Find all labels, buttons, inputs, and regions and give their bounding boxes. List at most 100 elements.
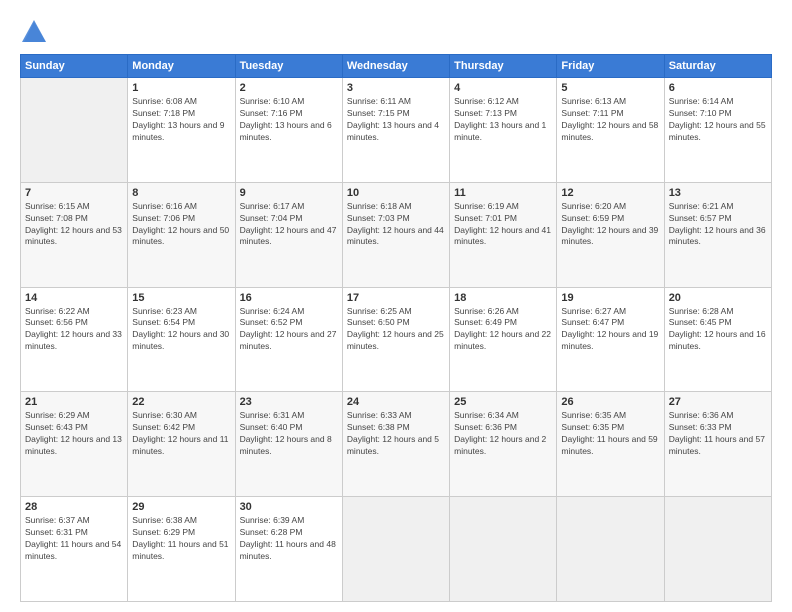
calendar-table: SundayMondayTuesdayWednesdayThursdayFrid… bbox=[20, 54, 772, 602]
day-info: Sunrise: 6:15 AMSunset: 7:08 PMDaylight:… bbox=[25, 201, 123, 249]
day-cell: 24 Sunrise: 6:33 AMSunset: 6:38 PMDayligh… bbox=[342, 392, 449, 497]
day-cell: 3 Sunrise: 6:11 AMSunset: 7:15 PMDaylight… bbox=[342, 78, 449, 183]
day-cell: 27 Sunrise: 6:36 AMSunset: 6:33 PMDayligh… bbox=[664, 392, 771, 497]
day-info: Sunrise: 6:33 AMSunset: 6:38 PMDaylight:… bbox=[347, 410, 445, 458]
day-number: 18 bbox=[454, 292, 552, 304]
day-number: 29 bbox=[132, 501, 230, 513]
day-info: Sunrise: 6:37 AMSunset: 6:31 PMDaylight:… bbox=[25, 515, 123, 563]
day-number: 13 bbox=[669, 187, 767, 199]
day-cell: 26 Sunrise: 6:35 AMSunset: 6:35 PMDayligh… bbox=[557, 392, 664, 497]
week-row-3: 14 Sunrise: 6:22 AMSunset: 6:56 PMDayligh… bbox=[21, 287, 772, 392]
day-number: 8 bbox=[132, 187, 230, 199]
week-row-1: 1 Sunrise: 6:08 AMSunset: 7:18 PMDaylight… bbox=[21, 78, 772, 183]
day-cell bbox=[557, 497, 664, 602]
day-cell: 25 Sunrise: 6:34 AMSunset: 6:36 PMDayligh… bbox=[450, 392, 557, 497]
day-info: Sunrise: 6:16 AMSunset: 7:06 PMDaylight:… bbox=[132, 201, 230, 249]
day-number: 22 bbox=[132, 396, 230, 408]
day-number: 15 bbox=[132, 292, 230, 304]
day-cell bbox=[342, 497, 449, 602]
day-info: Sunrise: 6:18 AMSunset: 7:03 PMDaylight:… bbox=[347, 201, 445, 249]
day-cell: 9Sunrise: 6:17 AMSunset: 7:04 PMDaylight… bbox=[235, 182, 342, 287]
day-info: Sunrise: 6:17 AMSunset: 7:04 PMDaylight:… bbox=[240, 201, 338, 249]
day-info: Sunrise: 6:24 AMSunset: 6:52 PMDaylight:… bbox=[240, 306, 338, 354]
day-number: 26 bbox=[561, 396, 659, 408]
day-header-tuesday: Tuesday bbox=[235, 55, 342, 78]
day-cell: 13 Sunrise: 6:21 AMSunset: 6:57 PMDayligh… bbox=[664, 182, 771, 287]
day-cell: 16 Sunrise: 6:24 AMSunset: 6:52 PMDayligh… bbox=[235, 287, 342, 392]
day-cell bbox=[664, 497, 771, 602]
day-number: 21 bbox=[25, 396, 123, 408]
day-number: 12 bbox=[561, 187, 659, 199]
day-cell: 18Sunrise: 6:26 AMSunset: 6:49 PMDayligh… bbox=[450, 287, 557, 392]
day-number: 24 bbox=[347, 396, 445, 408]
day-cell: 19 Sunrise: 6:27 AMSunset: 6:47 PMDayligh… bbox=[557, 287, 664, 392]
day-cell: 5 Sunrise: 6:13 AMSunset: 7:11 PMDaylight… bbox=[557, 78, 664, 183]
day-number: 11 bbox=[454, 187, 552, 199]
day-number: 28 bbox=[25, 501, 123, 513]
day-info: Sunrise: 6:23 AMSunset: 6:54 PMDaylight:… bbox=[132, 306, 230, 354]
header bbox=[20, 18, 772, 46]
week-row-4: 21 Sunrise: 6:29 AMSunset: 6:43 PMDayligh… bbox=[21, 392, 772, 497]
day-cell: 2 Sunrise: 6:10 AMSunset: 7:16 PMDaylight… bbox=[235, 78, 342, 183]
day-cell bbox=[21, 78, 128, 183]
day-number: 27 bbox=[669, 396, 767, 408]
day-number: 3 bbox=[347, 82, 445, 94]
day-number: 25 bbox=[454, 396, 552, 408]
day-number: 10 bbox=[347, 187, 445, 199]
day-cell: 17 Sunrise: 6:25 AMSunset: 6:50 PMDayligh… bbox=[342, 287, 449, 392]
day-info: Sunrise: 6:38 AMSunset: 6:29 PMDaylight:… bbox=[132, 515, 230, 563]
day-header-thursday: Thursday bbox=[450, 55, 557, 78]
day-cell: 1 Sunrise: 6:08 AMSunset: 7:18 PMDaylight… bbox=[128, 78, 235, 183]
day-cell: 30Sunrise: 6:39 AMSunset: 6:28 PMDayligh… bbox=[235, 497, 342, 602]
day-number: 2 bbox=[240, 82, 338, 94]
day-info: Sunrise: 6:28 AMSunset: 6:45 PMDaylight:… bbox=[669, 306, 767, 354]
day-header-wednesday: Wednesday bbox=[342, 55, 449, 78]
day-number: 6 bbox=[669, 82, 767, 94]
day-info: Sunrise: 6:21 AMSunset: 6:57 PMDaylight:… bbox=[669, 201, 767, 249]
day-info: Sunrise: 6:22 AMSunset: 6:56 PMDaylight:… bbox=[25, 306, 123, 354]
day-number: 4 bbox=[454, 82, 552, 94]
day-cell: 28 Sunrise: 6:37 AMSunset: 6:31 PMDayligh… bbox=[21, 497, 128, 602]
day-number: 7 bbox=[25, 187, 123, 199]
day-cell: 15 Sunrise: 6:23 AMSunset: 6:54 PMDayligh… bbox=[128, 287, 235, 392]
day-header-friday: Friday bbox=[557, 55, 664, 78]
day-header-monday: Monday bbox=[128, 55, 235, 78]
day-cell: 22 Sunrise: 6:30 AMSunset: 6:42 PMDayligh… bbox=[128, 392, 235, 497]
day-cell: 21 Sunrise: 6:29 AMSunset: 6:43 PMDayligh… bbox=[21, 392, 128, 497]
day-header-sunday: Sunday bbox=[21, 55, 128, 78]
day-info: Sunrise: 6:12 AMSunset: 7:13 PMDaylight:… bbox=[454, 96, 552, 144]
day-number: 16 bbox=[240, 292, 338, 304]
day-info: Sunrise: 6:29 AMSunset: 6:43 PMDaylight:… bbox=[25, 410, 123, 458]
day-info: Sunrise: 6:35 AMSunset: 6:35 PMDaylight:… bbox=[561, 410, 659, 458]
day-number: 30 bbox=[240, 501, 338, 513]
day-number: 1 bbox=[132, 82, 230, 94]
day-cell: 23Sunrise: 6:31 AMSunset: 6:40 PMDayligh… bbox=[235, 392, 342, 497]
day-info: Sunrise: 6:30 AMSunset: 6:42 PMDaylight:… bbox=[132, 410, 230, 458]
day-header-saturday: Saturday bbox=[664, 55, 771, 78]
day-number: 19 bbox=[561, 292, 659, 304]
day-cell: 12Sunrise: 6:20 AMSunset: 6:59 PMDayligh… bbox=[557, 182, 664, 287]
day-number: 14 bbox=[25, 292, 123, 304]
day-number: 17 bbox=[347, 292, 445, 304]
day-info: Sunrise: 6:19 AMSunset: 7:01 PMDaylight:… bbox=[454, 201, 552, 249]
day-info: Sunrise: 6:11 AMSunset: 7:15 PMDaylight:… bbox=[347, 96, 445, 144]
day-info: Sunrise: 6:08 AMSunset: 7:18 PMDaylight:… bbox=[132, 96, 230, 144]
day-number: 5 bbox=[561, 82, 659, 94]
day-info: Sunrise: 6:14 AMSunset: 7:10 PMDaylight:… bbox=[669, 96, 767, 144]
day-info: Sunrise: 6:25 AMSunset: 6:50 PMDaylight:… bbox=[347, 306, 445, 354]
day-cell: 10 Sunrise: 6:18 AMSunset: 7:03 PMDayligh… bbox=[342, 182, 449, 287]
day-info: Sunrise: 6:13 AMSunset: 7:11 PMDaylight:… bbox=[561, 96, 659, 144]
day-info: Sunrise: 6:27 AMSunset: 6:47 PMDaylight:… bbox=[561, 306, 659, 354]
day-info: Sunrise: 6:34 AMSunset: 6:36 PMDaylight:… bbox=[454, 410, 552, 458]
day-info: Sunrise: 6:36 AMSunset: 6:33 PMDaylight:… bbox=[669, 410, 767, 458]
week-row-5: 28 Sunrise: 6:37 AMSunset: 6:31 PMDayligh… bbox=[21, 497, 772, 602]
day-info: Sunrise: 6:31 AMSunset: 6:40 PMDaylight:… bbox=[240, 410, 338, 458]
day-cell: 4 Sunrise: 6:12 AMSunset: 7:13 PMDaylight… bbox=[450, 78, 557, 183]
week-row-2: 7 Sunrise: 6:15 AMSunset: 7:08 PMDaylight… bbox=[21, 182, 772, 287]
day-cell bbox=[450, 497, 557, 602]
day-cell: 20 Sunrise: 6:28 AMSunset: 6:45 PMDayligh… bbox=[664, 287, 771, 392]
page: SundayMondayTuesdayWednesdayThursdayFrid… bbox=[0, 0, 792, 612]
day-info: Sunrise: 6:10 AMSunset: 7:16 PMDaylight:… bbox=[240, 96, 338, 144]
day-cell: 11 Sunrise: 6:19 AMSunset: 7:01 PMDayligh… bbox=[450, 182, 557, 287]
day-number: 20 bbox=[669, 292, 767, 304]
